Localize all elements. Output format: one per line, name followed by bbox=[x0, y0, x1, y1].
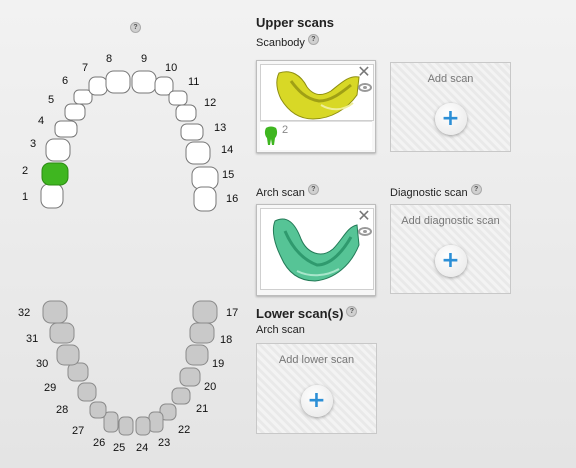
tooth-number-label: 19 bbox=[212, 358, 225, 370]
scanbody-info: 2 bbox=[260, 121, 372, 150]
tooth-number-label: 3 bbox=[30, 138, 37, 150]
tooth-number-label: 15 bbox=[222, 169, 235, 181]
scanbody-tooth-count: 2 bbox=[282, 124, 289, 136]
tooth-number-label: 23 bbox=[158, 437, 171, 449]
upper-tooth-4[interactable] bbox=[54, 120, 78, 138]
arch-scan-card[interactable]: ✕ bbox=[256, 204, 376, 296]
add-diagnostic-scan-button[interactable]: + bbox=[434, 245, 467, 277]
upper-tooth-8[interactable] bbox=[105, 70, 131, 94]
upper-tooth-12[interactable] bbox=[175, 104, 197, 122]
lower-scans-title: Lower scan(s)? bbox=[256, 306, 358, 321]
remove-scan-icon[interactable]: ✕ bbox=[357, 64, 371, 80]
tooth-chart bbox=[40, 70, 219, 436]
lower-tooth-18[interactable] bbox=[189, 322, 215, 344]
tooth-number-label: 29 bbox=[44, 382, 57, 394]
upper-tooth-11[interactable] bbox=[168, 90, 188, 106]
tooth-number-label: 18 bbox=[220, 334, 233, 346]
scanbody-scan-card[interactable]: ✕ 2 bbox=[256, 60, 376, 153]
tooth-number-label: 31 bbox=[26, 333, 39, 345]
tooth-number-label: 28 bbox=[56, 404, 69, 416]
add-lower-scan-label: Add lower scan bbox=[278, 354, 355, 366]
scanbody-label: Scanbody? bbox=[256, 34, 319, 49]
tooth-number-label: 24 bbox=[136, 442, 149, 454]
upper-tooth-2[interactable] bbox=[41, 162, 69, 186]
lower-tooth-28[interactable] bbox=[77, 382, 97, 402]
remove-scan-icon[interactable]: ✕ bbox=[357, 208, 371, 224]
tooth-number-label: 16 bbox=[226, 193, 239, 205]
lower-arch-scan-label: Arch scan bbox=[256, 324, 305, 336]
tooth-number-label: 30 bbox=[36, 358, 49, 370]
visibility-eye-icon[interactable] bbox=[358, 83, 372, 92]
tooth-number-label: 4 bbox=[38, 115, 45, 127]
tooth-number-label: 27 bbox=[72, 425, 85, 437]
help-icon[interactable]: ? bbox=[470, 184, 482, 195]
lower-tooth-19[interactable] bbox=[185, 344, 209, 366]
lower-tooth-27[interactable] bbox=[89, 401, 107, 419]
lower-tooth-21[interactable] bbox=[171, 387, 191, 405]
add-scan-button[interactable]: + bbox=[434, 103, 467, 135]
diagnostic-scan-label: Diagnostic scan? bbox=[390, 184, 482, 199]
lower-tooth-23[interactable] bbox=[148, 411, 164, 433]
upper-tooth-6[interactable] bbox=[73, 89, 93, 105]
tooth-number-label: 12 bbox=[204, 97, 217, 109]
lower-tooth-17[interactable] bbox=[192, 300, 218, 324]
tooth-number-label: 6 bbox=[62, 75, 69, 87]
upper-tooth-7[interactable] bbox=[88, 76, 108, 96]
lower-tooth-30[interactable] bbox=[56, 344, 80, 366]
upper-tooth-15[interactable] bbox=[191, 166, 219, 190]
tooth-number-label: 5 bbox=[48, 94, 55, 106]
tooth-number-label: 7 bbox=[82, 62, 89, 74]
arch-scan-label: Arch scan? bbox=[256, 184, 319, 199]
tooth-number-label: 20 bbox=[204, 381, 217, 393]
add-lower-scan-card[interactable]: Add lower scan + bbox=[256, 343, 377, 434]
tooth-number-label: 1 bbox=[22, 191, 29, 203]
add-scan-label: Add scan bbox=[427, 73, 474, 85]
add-diagnostic-scan-card[interactable]: Add diagnostic scan + bbox=[390, 204, 511, 294]
tooth-number-label: 11 bbox=[188, 76, 200, 88]
lower-tooth-24[interactable] bbox=[135, 416, 151, 436]
lower-tooth-32[interactable] bbox=[42, 300, 68, 324]
tooth-number-label: 14 bbox=[221, 144, 234, 156]
tooth-number-label: 13 bbox=[214, 122, 227, 134]
tooth-number-label: 10 bbox=[165, 62, 178, 74]
tooth-number-label: 32 bbox=[18, 307, 31, 319]
tooth-number-label: 17 bbox=[226, 307, 239, 319]
help-icon[interactable]: ? bbox=[346, 306, 358, 317]
add-scan-card[interactable]: Add scan + bbox=[390, 62, 511, 152]
visibility-eye-icon[interactable] bbox=[358, 227, 372, 236]
upper-tooth-16[interactable] bbox=[193, 186, 217, 212]
lower-tooth-29[interactable] bbox=[67, 362, 89, 382]
tooth-number-label: 21 bbox=[196, 403, 209, 415]
tooth-number-label: 2 bbox=[22, 165, 29, 177]
upper-scans-title: Upper scans? bbox=[256, 15, 335, 30]
tooth-number-label: 26 bbox=[93, 437, 106, 449]
help-icon[interactable]: ? bbox=[307, 184, 319, 195]
tooth-number-label: 25 bbox=[113, 442, 126, 454]
upper-tooth-13[interactable] bbox=[180, 123, 204, 141]
upper-tooth-5[interactable] bbox=[64, 103, 86, 121]
lower-tooth-20[interactable] bbox=[179, 367, 201, 387]
add-lower-scan-button[interactable]: + bbox=[300, 384, 333, 417]
lower-tooth-26[interactable] bbox=[103, 411, 119, 433]
upper-tooth-14[interactable] bbox=[185, 141, 211, 165]
tooth-number-label: 8 bbox=[106, 53, 113, 65]
help-icon[interactable]: ? bbox=[130, 22, 141, 33]
upper-tooth-9[interactable] bbox=[131, 70, 157, 94]
lower-tooth-31[interactable] bbox=[49, 322, 75, 344]
add-diagnostic-scan-label: Add diagnostic scan bbox=[401, 215, 500, 227]
tooth-number-label: 22 bbox=[178, 424, 191, 436]
tooth-icon bbox=[264, 126, 278, 145]
lower-tooth-25[interactable] bbox=[118, 416, 134, 436]
tooth-number-label: 9 bbox=[141, 53, 148, 65]
help-icon[interactable]: ? bbox=[307, 34, 319, 45]
upper-tooth-1[interactable] bbox=[40, 183, 64, 209]
upper-tooth-3[interactable] bbox=[45, 138, 71, 162]
